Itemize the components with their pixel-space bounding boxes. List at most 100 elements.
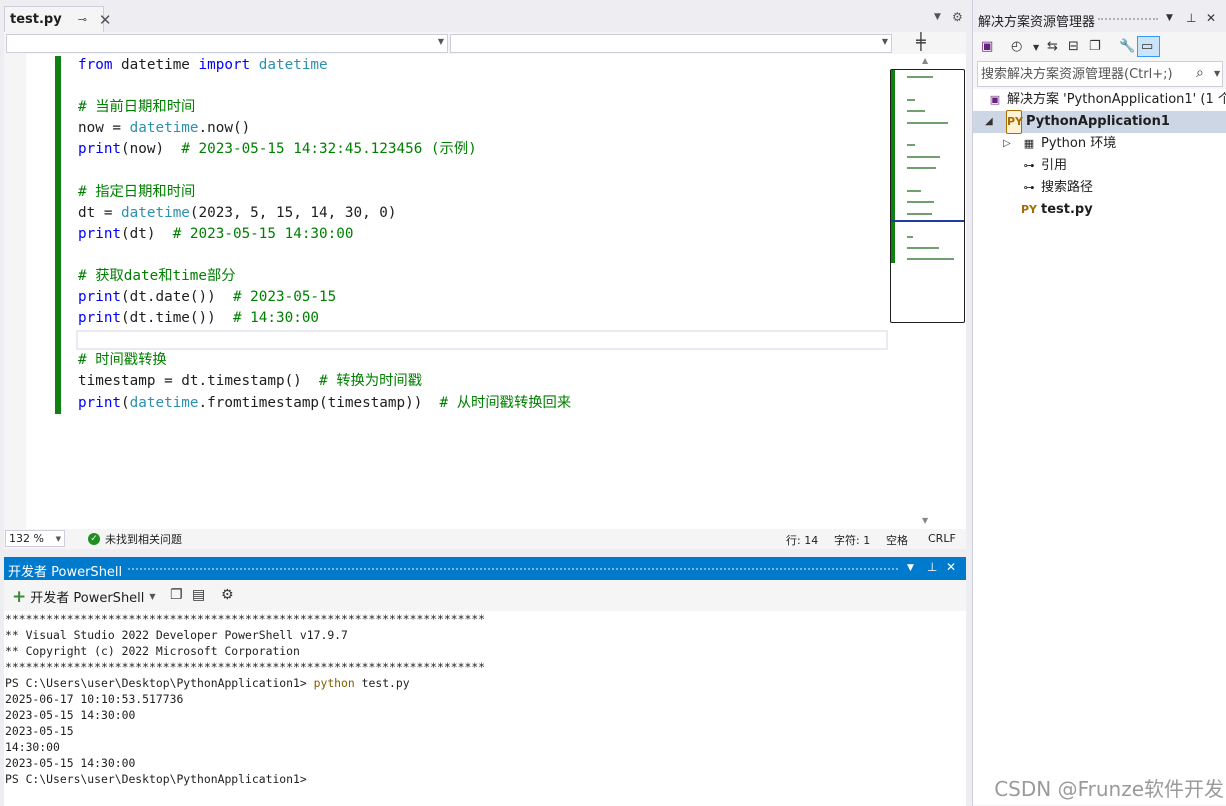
split-window-icon[interactable]: ╪ <box>916 32 926 51</box>
code-line[interactable]: print(dt.date()) # 2023-05-15 <box>78 287 571 308</box>
code-token: print <box>78 310 122 327</box>
terminal-text: 2025-06-17 10:10:53.517736 <box>5 692 184 706</box>
scroll-down-icon[interactable]: ▼ <box>922 516 928 525</box>
code-editor[interactable]: from datetime import datetime # 当前日期和时间 no… <box>4 54 966 529</box>
pin-icon[interactable]: ⊥ <box>927 560 937 574</box>
code-line[interactable]: dt = datetime(2023, 5, 15, 14, 30, 0) <box>78 203 571 224</box>
properties-wrench-icon[interactable]: 🔧 <box>1119 39 1135 54</box>
minimap-viewport-marker <box>891 220 964 222</box>
gear-icon[interactable]: ⚙ <box>221 587 234 603</box>
editor-status-bar: 132 % ▼ ✓ 未找到相关问题 行: 14 字符: 1 空格 CRLF <box>4 529 966 549</box>
tree-node-references[interactable]: ⊶ 引用 <box>1021 155 1068 177</box>
tab-list-dropdown-icon[interactable]: ▼ <box>934 12 941 22</box>
pin-icon[interactable]: ⊸ <box>78 13 87 26</box>
code-token: (dt) <box>121 225 173 242</box>
minimap-line <box>907 144 916 147</box>
code-line[interactable] <box>78 245 571 266</box>
code-line[interactable]: print(datetime.fromtimestamp(timestamp))… <box>78 393 571 414</box>
issues-indicator[interactable]: ✓ 未找到相关问题 <box>88 531 182 547</box>
code-line[interactable]: now = datetime.now() <box>78 118 571 139</box>
sync-icon[interactable]: ⇆ <box>1047 39 1058 54</box>
panel-title: 解决方案资源管理器 <box>978 15 1096 30</box>
code-line[interactable] <box>78 160 571 181</box>
terminal-line: ****************************************… <box>5 659 485 675</box>
code-line[interactable]: # 时间戳转换 <box>78 350 571 371</box>
node-label: 搜索路径 <box>1041 180 1094 195</box>
terminal-line: ** Visual Studio 2022 Developer PowerShe… <box>5 627 348 643</box>
minimap-line <box>907 247 940 249</box>
check-circle-icon: ✓ <box>88 533 100 545</box>
zoom-level: 132 % <box>9 532 44 545</box>
search-input[interactable] <box>981 65 1181 84</box>
panel-title: 开发者 PowerShell <box>8 565 123 580</box>
code-line[interactable]: print(dt) # 2023-05-15 14:30:00 <box>78 224 571 245</box>
panel-dropdown-icon[interactable]: ▼ <box>1166 13 1173 23</box>
code-line[interactable] <box>78 76 571 97</box>
code-line[interactable]: # 指定日期和时间 <box>78 182 571 203</box>
code-token: # 当前日期和时间 <box>78 99 196 116</box>
show-all-files-icon[interactable]: ❐ <box>1089 39 1101 54</box>
zoom-dropdown[interactable]: 132 % ▼ <box>5 530 65 547</box>
collapse-all-icon[interactable]: ⊟ <box>1068 39 1079 54</box>
pin-icon[interactable]: ⊥ <box>1186 11 1196 25</box>
line-ending[interactable]: CRLF <box>928 532 956 545</box>
code-token: # 14:30:00 <box>232 310 320 327</box>
terminal-line: ****************************************… <box>5 611 485 627</box>
member-dropdown[interactable]: ▼ <box>450 34 892 53</box>
code-line[interactable]: # 当前日期和时间 <box>78 97 571 118</box>
chevron-down-icon: ▼ <box>149 592 156 601</box>
tab-test-py[interactable]: test.py ⊸ ✕ <box>4 6 112 32</box>
search-icon[interactable]: ⌕ <box>1196 65 1204 81</box>
close-icon[interactable]: ✕ <box>1206 11 1216 25</box>
solution-search-box[interactable]: ⌕ ▼ <box>977 61 1223 87</box>
code-line[interactable]: from datetime import datetime <box>78 55 571 76</box>
terminal-line: 2023-05-15 <box>5 723 74 739</box>
code-line[interactable]: # 获取date和time部分 <box>78 266 571 287</box>
history-icon[interactable]: ◴ <box>1011 39 1022 54</box>
code-token: (dt.time()) <box>121 310 233 327</box>
close-icon[interactable]: ✕ <box>946 560 956 574</box>
scrollbar-minimap[interactable] <box>890 69 965 323</box>
drag-handle[interactable] <box>1098 18 1158 20</box>
code-token: # 获取date和time部分 <box>78 267 236 284</box>
code-token: print <box>78 225 122 242</box>
code-line[interactable] <box>78 329 571 350</box>
panel-dropdown-icon[interactable]: ▼ <box>907 563 914 573</box>
copy-icon[interactable]: ❐ <box>170 587 183 603</box>
line-number[interactable]: 行: 14 <box>786 532 818 548</box>
drag-handle[interactable] <box>128 568 898 570</box>
close-icon[interactable]: ✕ <box>99 11 112 29</box>
code-token: (2023, 5, 15, 14, 30, 0) <box>189 204 397 221</box>
new-terminal-button[interactable]: + 开发者 PowerShell ▼ <box>12 587 156 606</box>
expanded-triangle-icon[interactable]: ◢ <box>985 111 993 133</box>
code-line[interactable]: timestamp = dt.timestamp() # 转换为时间戳 <box>78 371 571 392</box>
scroll-up-icon[interactable]: ▲ <box>922 56 928 65</box>
terminal-output[interactable]: ****************************************… <box>4 611 966 806</box>
tree-node-project[interactable]: ◢ PY PythonApplication1 <box>973 110 1226 134</box>
code-line[interactable]: print(now) # 2023-05-15 14:32:45.123456 … <box>78 139 571 160</box>
terminal-text: ** Copyright (c) 2022 Microsoft Corporat… <box>5 644 300 658</box>
whitespace-mode[interactable]: 空格 <box>886 532 908 548</box>
code-token: ( <box>121 394 130 411</box>
switch-views-icon[interactable]: ▣ <box>981 39 993 54</box>
char-number[interactable]: 字符: 1 <box>834 532 870 548</box>
tree-node-python-env[interactable]: ▷ ▦ Python 环境 <box>1003 133 1116 155</box>
code-token: datetime <box>129 120 199 137</box>
collapsed-triangle-icon[interactable]: ▷ <box>1003 133 1011 155</box>
tree-node-solution[interactable]: ▣ 解决方案 'PythonApplication1' (1 个 <box>987 89 1226 111</box>
chevron-down-icon[interactable]: ▼ <box>1214 69 1220 78</box>
chevron-down-icon[interactable]: ▼ <box>1033 43 1039 52</box>
preview-icon[interactable]: ▭ <box>1141 39 1153 54</box>
tree-node-test-py[interactable]: PY test.py <box>1021 199 1093 221</box>
paste-icon[interactable]: ▤ <box>192 587 205 603</box>
tree-node-search-paths[interactable]: ⊶ 搜索路径 <box>1021 177 1094 199</box>
terminal-text: ****************************************… <box>5 612 486 626</box>
terminal-line: PS C:\Users\user\Desktop\PythonApplicati… <box>5 771 307 787</box>
issues-text: 未找到相关问题 <box>105 533 182 546</box>
code-lines[interactable]: from datetime import datetime # 当前日期和时间 no… <box>78 55 571 414</box>
node-label: Python 环境 <box>1041 136 1117 151</box>
code-line[interactable]: print(dt.time()) # 14:30:00 <box>78 308 571 329</box>
gear-icon[interactable]: ⚙ <box>952 10 963 24</box>
minimap-line <box>907 98 916 101</box>
scope-dropdown[interactable]: ▼ <box>6 34 448 53</box>
